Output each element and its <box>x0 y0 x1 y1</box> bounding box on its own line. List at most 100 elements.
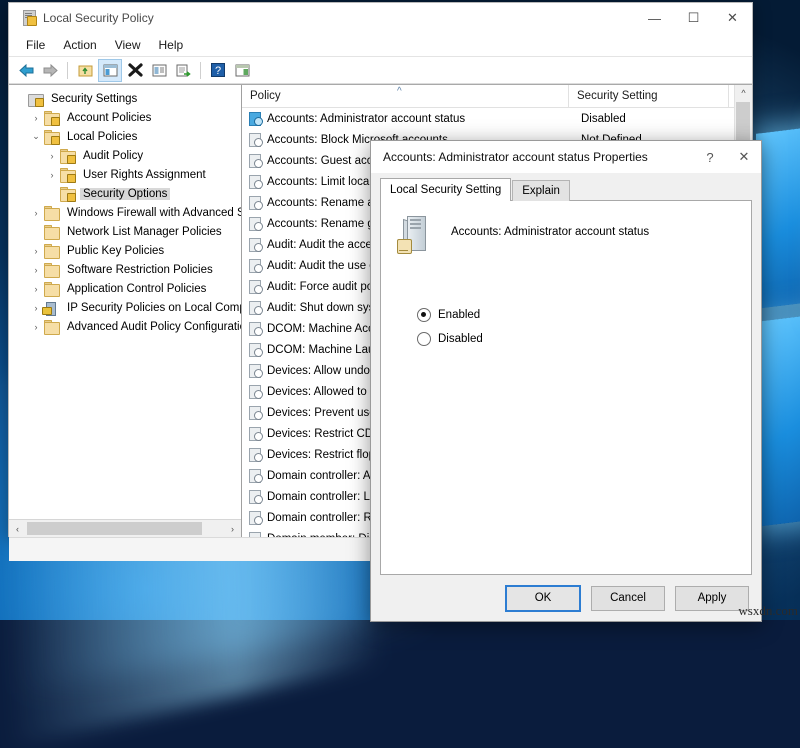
chevron-right-icon[interactable]: › <box>29 260 43 279</box>
tree-item-label: Network List Manager Policies <box>64 226 225 238</box>
window-title: Local Security Policy <box>43 11 154 25</box>
tree-spacer <box>45 184 59 203</box>
tree-item-ip-security-policies-on-local-compute[interactable]: › IP Security Policies on Local Compute <box>9 298 241 317</box>
tree-item-application-control-policies[interactable]: › Application Control Policies <box>9 279 241 298</box>
tree-horizontal-scrollbar[interactable]: ‹ › <box>9 519 241 537</box>
back-button[interactable] <box>15 60 37 81</box>
folder-icon <box>43 225 60 239</box>
tree-item-security-settings[interactable]: Security Settings <box>9 89 241 108</box>
policy-icon <box>248 427 262 440</box>
policy-icon <box>248 469 262 482</box>
tab-explain[interactable]: Explain <box>512 180 570 201</box>
menu-file[interactable]: File <box>17 36 54 54</box>
tree-item-label: Public Key Policies <box>64 245 167 257</box>
show-hide-console-tree-button[interactable] <box>98 59 122 82</box>
policy-icon <box>248 196 262 209</box>
scroll-right-arrow[interactable]: › <box>224 524 241 534</box>
scroll-up-arrow[interactable]: ^ <box>735 85 752 102</box>
tree-item-advanced-audit-policy-configuration[interactable]: ›Advanced Audit Policy Configuration <box>9 317 241 336</box>
export-list-button[interactable] <box>172 60 194 81</box>
chevron-right-icon[interactable]: › <box>45 165 59 184</box>
chevron-right-icon[interactable]: › <box>45 146 59 165</box>
chevron-right-icon[interactable]: › <box>29 203 43 222</box>
column-header-policy[interactable]: Policy ^ <box>242 85 569 107</box>
tree-item-network-list-manager-policies[interactable]: Network List Manager Policies <box>9 222 241 241</box>
folder-icon <box>43 244 60 258</box>
policy-security-setting: Disabled <box>573 113 626 125</box>
folder-icon <box>43 320 60 334</box>
help-button[interactable]: ? <box>207 60 229 81</box>
maximize-button[interactable]: ☐ <box>674 3 713 33</box>
chevron-down-icon[interactable]: ⌄ <box>29 127 43 146</box>
show-hide-action-pane-button[interactable] <box>231 60 253 81</box>
tree-spacer <box>29 222 43 241</box>
radio-disabled[interactable]: Disabled <box>417 327 751 351</box>
chevron-right-icon[interactable]: › <box>29 279 43 298</box>
toolbar-separator-1 <box>67 62 68 79</box>
dialog-controls: ? ✕ <box>693 141 761 173</box>
menu-action[interactable]: Action <box>54 36 105 54</box>
policy-icon <box>248 301 262 314</box>
security-settings-icon <box>27 92 44 106</box>
tree-item-label: User Rights Assignment <box>80 169 209 181</box>
policy-icon <box>248 238 262 251</box>
up-one-level-button[interactable] <box>74 60 96 81</box>
chevron-right-icon[interactable]: › <box>29 317 43 336</box>
dialog-close-button[interactable]: ✕ <box>727 141 761 173</box>
policy-icon <box>248 385 262 398</box>
tree-item-software-restriction-policies[interactable]: › Software Restriction Policies <box>9 260 241 279</box>
cancel-button[interactable]: Cancel <box>591 586 665 611</box>
radio-disabled-label: Disabled <box>438 333 483 345</box>
ok-button[interactable]: OK <box>505 585 581 612</box>
tree-spacer <box>13 89 27 108</box>
chevron-right-icon[interactable]: › <box>29 108 43 127</box>
policy-name: Accounts: Administrator account status <box>267 113 573 125</box>
menu-view[interactable]: View <box>106 36 150 54</box>
minimize-button[interactable]: — <box>635 3 674 33</box>
menu-help[interactable]: Help <box>150 36 193 54</box>
dialog-footer: OK Cancel Apply <box>371 575 761 621</box>
scroll-thumb-vertical[interactable] <box>736 102 750 140</box>
policy-icon <box>248 448 262 461</box>
policy-row[interactable]: Accounts: Administrator account statusDi… <box>242 108 752 129</box>
radio-enabled[interactable]: Enabled <box>417 303 751 327</box>
tab-local-security-setting[interactable]: Local Security Setting <box>380 178 511 201</box>
close-button[interactable]: ✕ <box>713 3 752 33</box>
watermark: wsxdn.com <box>738 603 798 619</box>
folder-icon <box>43 263 60 277</box>
tree-item-label: Security Settings <box>48 93 140 105</box>
tree-item-audit-policy[interactable]: ›Audit Policy <box>9 146 241 165</box>
svg-text:?: ? <box>215 65 221 77</box>
scroll-thumb[interactable] <box>27 522 202 535</box>
computer-security-icon <box>395 215 433 255</box>
radio-disabled-indicator <box>417 332 431 346</box>
tree-item-label: Software Restriction Policies <box>64 264 216 276</box>
sort-ascending-icon: ^ <box>397 86 402 97</box>
tree-item-security-options[interactable]: Security Options <box>9 184 241 203</box>
chevron-right-icon[interactable]: › <box>29 298 43 317</box>
tree-item-account-policies[interactable]: ›Account Policies <box>9 108 241 127</box>
policy-icon <box>248 322 262 335</box>
windows-logo-pane-2 <box>756 314 800 527</box>
column-header-security-setting[interactable]: Security Setting <box>569 85 729 107</box>
policy-icon <box>248 343 262 356</box>
tree-item-label: IP Security Policies on Local Compute <box>64 302 241 314</box>
policy-header: Accounts: Administrator account status <box>381 215 751 255</box>
radio-enabled-label: Enabled <box>438 309 480 321</box>
chevron-right-icon[interactable]: › <box>29 241 43 260</box>
locked-folder-icon <box>43 111 60 125</box>
dialog-help-button[interactable]: ? <box>693 141 727 173</box>
tree-item-windows-firewall-with-advanced-sec[interactable]: › Windows Firewall with Advanced Sec <box>9 203 241 222</box>
tree-item-public-key-policies[interactable]: › Public Key Policies <box>9 241 241 260</box>
policy-icon <box>248 364 262 377</box>
delete-button[interactable] <box>124 60 146 81</box>
tree-item-local-policies[interactable]: ⌄Local Policies <box>9 127 241 146</box>
tree-item-label: Application Control Policies <box>64 283 209 295</box>
tree-item-user-rights-assignment[interactable]: › User Rights Assignment <box>9 165 241 184</box>
properties-button[interactable] <box>148 60 170 81</box>
scroll-left-arrow[interactable]: ‹ <box>9 524 26 534</box>
policy-icon <box>248 133 262 146</box>
forward-button[interactable] <box>39 60 61 81</box>
tree-item-label: Windows Firewall with Advanced Sec <box>64 207 241 219</box>
policy-icon <box>248 112 262 125</box>
